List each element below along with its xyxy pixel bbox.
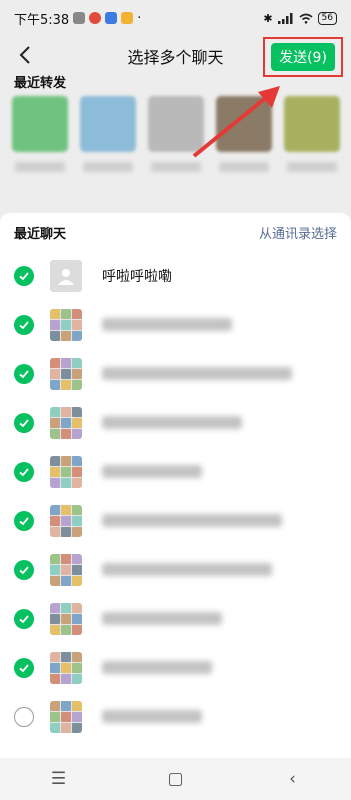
- avatar: [50, 651, 82, 684]
- unchecked-icon[interactable]: [14, 706, 34, 727]
- status-right: ✱ 56: [263, 11, 337, 25]
- chat-name-redacted: [102, 465, 202, 478]
- recent-forward-name-redacted: [15, 162, 65, 172]
- menu-button[interactable]: ☰: [29, 769, 89, 789]
- avatar: [50, 700, 82, 733]
- app-icon: [121, 12, 134, 24]
- avatar: [50, 406, 82, 439]
- recent-forward-item[interactable]: [280, 96, 344, 186]
- wifi-icon: [299, 13, 313, 24]
- top-bar: 选择多个聊天 发送(9): [0, 36, 351, 77]
- avatar: [50, 553, 82, 586]
- checked-icon[interactable]: [14, 657, 34, 678]
- checked-icon[interactable]: [14, 608, 34, 629]
- recent-forward-item[interactable]: [76, 96, 140, 186]
- recent-forward-name-redacted: [219, 162, 269, 172]
- recent-forward-row: [0, 96, 351, 196]
- avatar: [50, 602, 82, 635]
- checked-icon[interactable]: [14, 363, 34, 384]
- app-icon: [105, 12, 118, 24]
- chat-name-redacted: [102, 514, 282, 527]
- avatar: [50, 357, 82, 390]
- chat-name-redacted: [102, 367, 292, 380]
- checked-icon[interactable]: [14, 559, 34, 580]
- status-bar: 下午5:38 · ✱ 56: [0, 0, 351, 36]
- avatar: [80, 96, 136, 152]
- address-book-link[interactable]: 从通讯录选择: [259, 223, 337, 242]
- checked-icon[interactable]: [14, 510, 34, 531]
- recent-forward-item[interactable]: [144, 96, 208, 186]
- avatar: [12, 96, 68, 152]
- checked-icon[interactable]: [14, 265, 34, 286]
- chat-row[interactable]: [0, 398, 351, 447]
- send-button[interactable]: 发送(9): [271, 43, 335, 71]
- recent-forward-name-redacted: [287, 162, 337, 172]
- chat-name-redacted: [102, 416, 242, 429]
- chat-list: 呼啦呼啦嘞: [0, 251, 351, 741]
- recent-forward-item[interactable]: [8, 96, 72, 186]
- avatar: [50, 259, 82, 292]
- battery-indicator: 56: [317, 11, 337, 25]
- chat-name-redacted: [102, 661, 212, 674]
- status-left: 下午5:38 ·: [14, 9, 141, 28]
- chat-row[interactable]: [0, 447, 351, 496]
- chat-row[interactable]: [0, 594, 351, 643]
- bluetooth-icon: ✱: [263, 11, 273, 25]
- avatar: [284, 96, 340, 152]
- chat-row[interactable]: [0, 349, 351, 398]
- back-nav-button[interactable]: ‹: [263, 769, 323, 789]
- home-button[interactable]: ▢: [146, 769, 206, 789]
- avatar: [50, 504, 82, 537]
- chat-name-redacted: [102, 563, 272, 576]
- recent-forward-item[interactable]: [212, 96, 276, 186]
- weibo-icon: [89, 12, 102, 24]
- chat-name-redacted: [102, 318, 232, 331]
- avatar: [148, 96, 204, 152]
- chat-row[interactable]: [0, 496, 351, 545]
- system-nav-bar: ☰ ▢ ‹: [0, 758, 351, 800]
- more-dot-icon: ·: [137, 10, 142, 26]
- avatar: [50, 308, 82, 341]
- chat-row[interactable]: [0, 545, 351, 594]
- checked-icon[interactable]: [14, 461, 34, 482]
- chat-name-redacted: [102, 612, 222, 625]
- chat-row[interactable]: [0, 692, 351, 741]
- chat-row[interactable]: [0, 300, 351, 349]
- signal-icon: [277, 12, 293, 24]
- chat-name-redacted: [102, 710, 202, 723]
- chat-name: 呼啦呼啦嘞: [102, 268, 172, 285]
- recent-forward-name-redacted: [83, 162, 133, 172]
- avatar: [50, 455, 82, 488]
- chat-list-panel: 最近聊天 从通讯录选择 呼啦呼啦嘞: [0, 213, 351, 758]
- checked-icon[interactable]: [14, 412, 34, 433]
- chat-row[interactable]: [0, 643, 351, 692]
- section-title: 最近聊天: [14, 226, 67, 242]
- chat-row[interactable]: 呼啦呼啦嘞: [0, 251, 351, 300]
- section-header: 最近聊天 从通讯录选择: [0, 213, 351, 251]
- notification-icon: [73, 12, 86, 24]
- avatar: [216, 96, 272, 152]
- status-time: 下午5:38: [14, 12, 70, 28]
- recent-forward-name-redacted: [151, 162, 201, 172]
- recent-forward-title: 最近转发: [14, 76, 67, 91]
- checked-icon[interactable]: [14, 314, 34, 335]
